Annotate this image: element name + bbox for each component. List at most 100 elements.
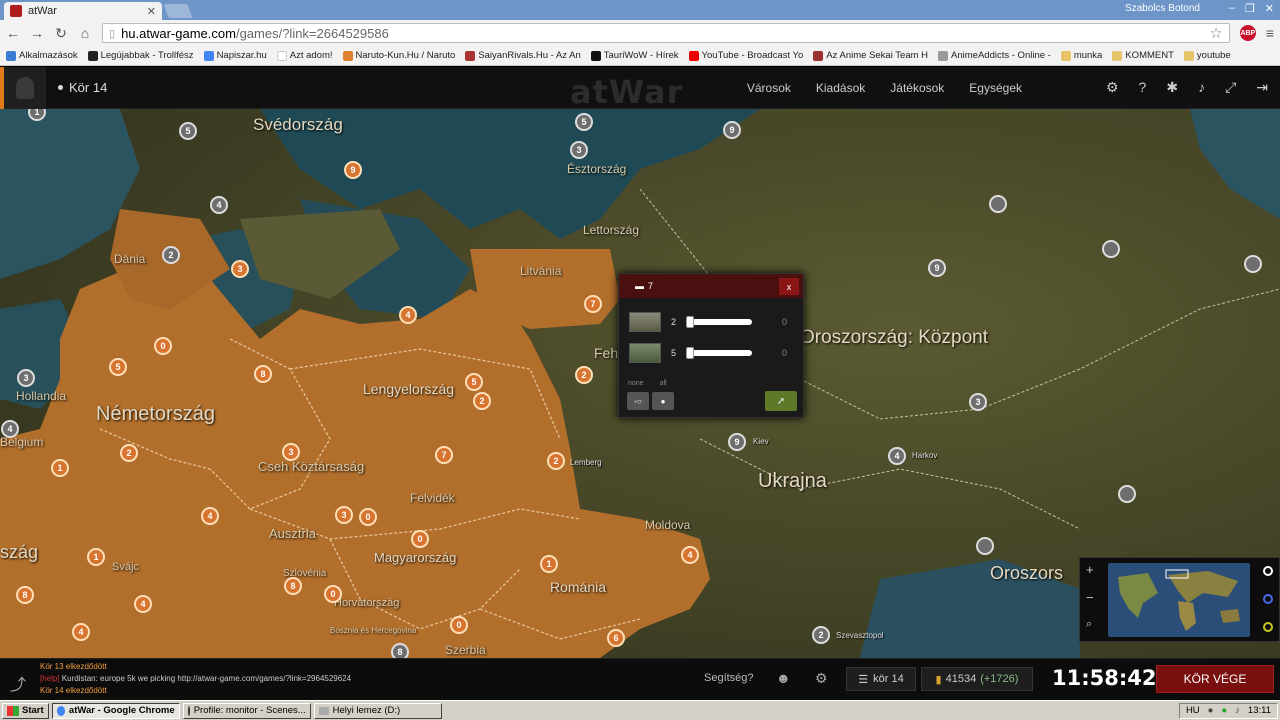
bookmark-item[interactable]: Azt adom!: [276, 50, 333, 61]
bug-icon[interactable]: ✱: [1166, 79, 1178, 96]
taskbar-item[interactable]: atWar - Google Chrome: [51, 702, 180, 719]
zoom-search-icon[interactable]: ⌕: [1086, 618, 1092, 631]
city-marker[interactable]: 4: [210, 196, 228, 214]
bookmark-item[interactable]: munka: [1060, 50, 1102, 61]
city-marker[interactable]: 9: [344, 161, 362, 179]
city-marker-empty[interactable]: [1102, 240, 1120, 258]
city-marker[interactable]: 2: [473, 392, 491, 410]
settings-icon[interactable]: ⚙: [815, 670, 828, 687]
city-marker[interactable]: 5: [109, 358, 127, 376]
city-marker[interactable]: 5: [179, 122, 197, 140]
city-marker[interactable]: 5: [575, 113, 593, 131]
city-marker[interactable]: 0: [411, 530, 429, 548]
city-marker[interactable]: 0: [324, 585, 342, 603]
tray-icon[interactable]: ●: [1221, 705, 1227, 716]
window-user[interactable]: Szabolcs Botond: [1125, 3, 1200, 14]
adblock-icon[interactable]: ABP: [1239, 25, 1256, 41]
new-tab-button[interactable]: [163, 4, 193, 18]
city-marker[interactable]: 2: [120, 444, 138, 462]
end-turn-button[interactable]: KÖR VÉGE: [1156, 665, 1274, 693]
nav-units[interactable]: Egységek: [969, 81, 1022, 95]
volume-icon[interactable]: ♪: [1235, 705, 1240, 716]
fullscreen-icon[interactable]: ⤢: [1225, 79, 1236, 96]
bookmark-item[interactable]: Alkalmazások: [6, 50, 78, 61]
start-button[interactable]: Start: [2, 702, 49, 719]
city-marker[interactable]: 2: [575, 366, 593, 384]
taskbar-item[interactable]: Profile: monitor - Scenes...: [182, 702, 311, 719]
city-marker[interactable]: 8: [391, 643, 409, 658]
city-marker[interactable]: 1: [540, 555, 558, 573]
dialog-close-button[interactable]: x: [779, 278, 799, 295]
city-marker[interactable]: 3: [969, 393, 987, 411]
city-marker[interactable]: 3: [570, 141, 588, 159]
select-all-button[interactable]: ●: [652, 392, 674, 410]
target-white-icon[interactable]: [1263, 566, 1273, 576]
city-marker[interactable]: 9: [728, 433, 746, 451]
city-marker[interactable]: 5: [465, 373, 483, 391]
pin-icon[interactable]: ⤴: [10, 671, 26, 695]
city-marker[interactable]: 9: [723, 121, 741, 139]
player-avatar[interactable]: [0, 67, 46, 109]
reload-icon[interactable]: ↻: [54, 25, 68, 42]
city-marker[interactable]: 2: [812, 626, 830, 644]
bookmark-item[interactable]: SaiyanRivals.Hu - Az An: [465, 50, 581, 61]
city-marker-empty[interactable]: [976, 537, 994, 555]
city-marker[interactable]: 4: [888, 447, 906, 465]
taskbar-item[interactable]: Helyi lemez (D:): [313, 702, 442, 719]
bookmark-item[interactable]: YouTube - Broadcast Yo: [688, 50, 803, 61]
city-marker[interactable]: 3: [231, 260, 249, 278]
city-marker-empty[interactable]: [1244, 255, 1262, 273]
city-marker[interactable]: 8: [254, 365, 272, 383]
help-icon[interactable]: ?: [1139, 79, 1147, 96]
move-units-button[interactable]: ➚: [765, 391, 797, 411]
zoom-in-icon[interactable]: +: [1086, 562, 1094, 577]
city-marker[interactable]: 0: [359, 508, 377, 526]
world-minimap[interactable]: [1108, 563, 1250, 637]
bookmark-item[interactable]: Legújabbak - Trollfész: [87, 50, 194, 61]
city-marker[interactable]: 0: [450, 616, 468, 634]
players-icon[interactable]: ☻: [776, 670, 791, 686]
language-indicator[interactable]: HU: [1186, 705, 1200, 716]
home-icon[interactable]: ⌂: [78, 25, 92, 41]
city-marker[interactable]: 1: [51, 459, 69, 477]
back-icon[interactable]: ←: [6, 25, 20, 41]
target-blue-icon[interactable]: [1263, 594, 1273, 604]
city-marker[interactable]: 8: [16, 586, 34, 604]
bookmark-item[interactable]: Az Anime Sekai Team H: [813, 50, 928, 61]
bookmark-item[interactable]: AnimeAddicts - Online -: [938, 50, 1051, 61]
select-none-button[interactable]: ◦○: [627, 392, 649, 410]
city-marker[interactable]: 3: [282, 443, 300, 461]
city-marker[interactable]: 2: [162, 246, 180, 264]
settings-gears-icon[interactable]: ⚙: [1106, 79, 1119, 96]
nav-expenses[interactable]: Kiadások: [816, 81, 865, 95]
browser-menu-icon[interactable]: ≡: [1266, 25, 1274, 41]
bookmark-item[interactable]: Napiszar.hu: [203, 50, 267, 61]
browser-tab-atwar[interactable]: atWar ✕: [4, 2, 162, 20]
city-marker[interactable]: 9: [928, 259, 946, 277]
bookmark-item[interactable]: KOMMENT: [1112, 50, 1174, 61]
bookmark-item[interactable]: TauriWoW - Hírek: [590, 50, 679, 61]
tray-icon[interactable]: ●: [1208, 705, 1214, 716]
exit-icon[interactable]: ⇥: [1256, 79, 1268, 96]
minimize-icon[interactable]: –: [1229, 2, 1235, 15]
minimap[interactable]: + − ⌕: [1079, 557, 1280, 642]
zoom-out-icon[interactable]: −: [1086, 590, 1094, 605]
city-marker[interactable]: 3: [335, 506, 353, 524]
city-marker[interactable]: 6: [607, 629, 625, 647]
city-marker[interactable]: 4: [201, 507, 219, 525]
city-marker[interactable]: 7: [435, 446, 453, 464]
city-marker-empty[interactable]: [989, 195, 1007, 213]
slider-knob[interactable]: [686, 347, 695, 359]
bookmark-star-icon[interactable]: ☆: [1209, 24, 1222, 42]
sound-icon[interactable]: ♪: [1198, 79, 1205, 96]
city-marker[interactable]: 2: [547, 452, 565, 470]
nav-players[interactable]: Játékosok: [890, 81, 944, 95]
city-marker[interactable]: 4: [72, 623, 90, 641]
city-marker[interactable]: 3: [17, 369, 35, 387]
unit-slider[interactable]: [686, 347, 753, 359]
nav-cities[interactable]: Városok: [747, 81, 791, 95]
target-yellow-icon[interactable]: [1263, 622, 1273, 632]
city-marker[interactable]: 7: [584, 295, 602, 313]
unit-slider[interactable]: [686, 316, 753, 328]
city-marker[interactable]: 8: [284, 577, 302, 595]
